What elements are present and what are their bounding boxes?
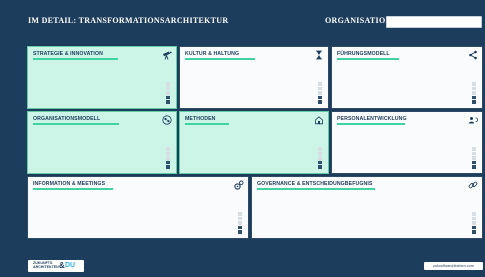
card-title: PERSONALENTWICKLUNG — [337, 116, 407, 122]
card-title: STRATEGIE & INNOVATION — [33, 51, 103, 57]
title-underline — [337, 58, 399, 60]
level-meter — [472, 82, 476, 104]
card-title: FÜHRUNGSMODELL — [337, 51, 390, 57]
share-icon — [468, 50, 478, 60]
title-underline — [185, 123, 229, 125]
card-title: GOVERNANCE & ENTSCHEIDUNGBEFUGNIS — [257, 181, 373, 187]
card-title: INFORMATION & MEETINGS — [33, 181, 106, 187]
card-kultur-haltung[interactable]: KULTUR & HALTUNG — [179, 46, 329, 109]
title-underline — [33, 58, 118, 60]
title-underline — [337, 123, 405, 125]
card-organisationsmodell[interactable]: ORGANISATIONSMODELL — [27, 111, 177, 174]
card-strategie-innovation[interactable]: STRATEGIE & INNOVATION — [27, 46, 177, 109]
logo-du: DU — [65, 262, 76, 269]
hourglass-icon — [314, 50, 324, 60]
card-governance[interactable]: GOVERNANCE & ENTSCHEIDUNGBEFUGNIS — [251, 176, 483, 239]
house-icon — [314, 115, 324, 125]
architecture-board: STRATEGIE & INNOVATION KULTUR & HALTUNG … — [25, 44, 484, 241]
card-fuehrungsmodell[interactable]: FÜHRUNGSMODELL — [331, 46, 483, 109]
page-title: IM DETAIL: TRANSFORMATIONSARCHITEKTUR — [28, 16, 229, 25]
person-refresh-icon — [468, 115, 478, 125]
logo-text: ZUKUNFTS ARCHITEKTEN — [33, 261, 59, 269]
organisation-label: ORGANISATION: — [325, 16, 395, 25]
zukunftsarchitekten-logo: ZUKUNFTS ARCHITEKTEN & DU — [28, 260, 84, 272]
level-meter — [318, 147, 322, 169]
gears-icon — [234, 180, 244, 190]
network-icon — [162, 115, 172, 125]
card-personalentwicklung[interactable]: PERSONALENTWICKLUNG — [331, 111, 483, 174]
title-underline — [33, 188, 113, 190]
telescope-icon — [162, 50, 172, 60]
website-link[interactable]: zukunftsarchitekten.com — [424, 262, 483, 270]
card-title: ORGANISATIONSMODELL — [33, 116, 101, 122]
logo-ampersand: & — [59, 261, 65, 270]
card-methoden[interactable]: METHODEN — [179, 111, 329, 174]
level-meter — [166, 147, 170, 169]
level-meter — [472, 212, 476, 234]
title-underline — [185, 58, 255, 60]
card-title: KULTUR & HALTUNG — [185, 51, 240, 57]
level-meter — [238, 212, 242, 234]
card-information-meetings[interactable]: INFORMATION & MEETINGS — [27, 176, 249, 239]
level-meter — [318, 82, 322, 104]
card-title: METHODEN — [185, 116, 216, 122]
level-meter — [472, 147, 476, 169]
organisation-input[interactable] — [386, 16, 482, 28]
chain-link-icon — [468, 180, 478, 190]
title-underline — [257, 188, 375, 190]
title-underline — [33, 123, 119, 125]
level-meter — [166, 82, 170, 104]
